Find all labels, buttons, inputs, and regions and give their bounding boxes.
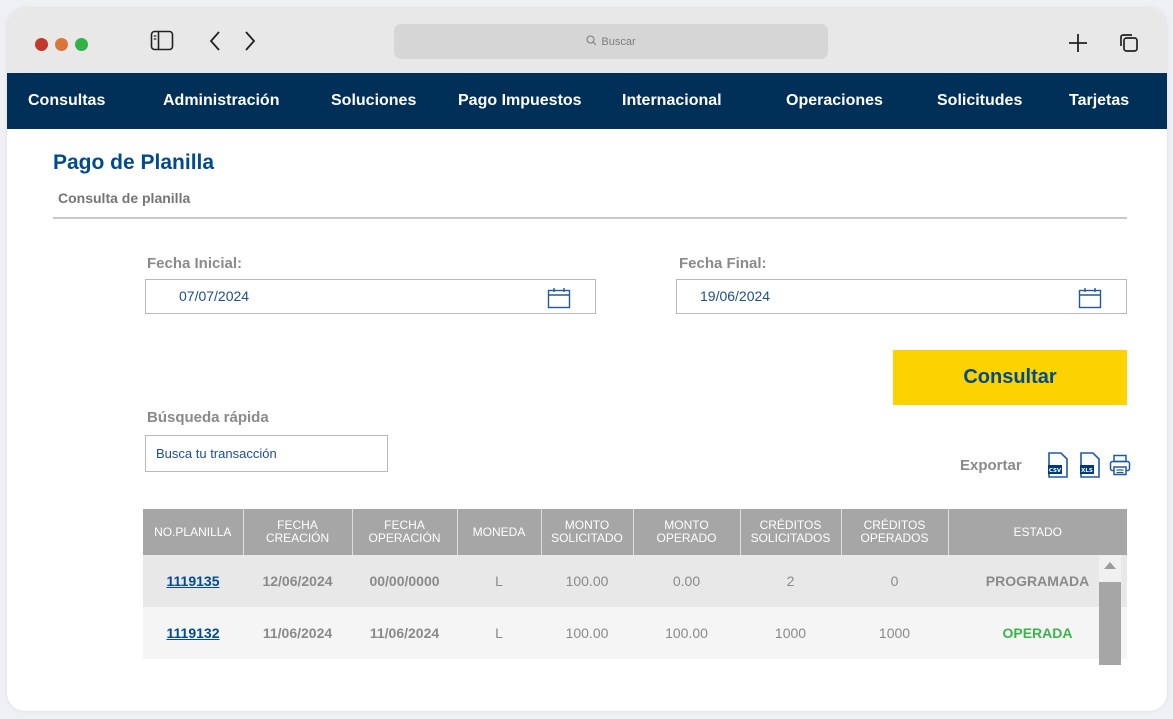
- cell-moneda: L: [457, 607, 541, 659]
- nav-item-solicitudes[interactable]: Solicitudes: [937, 73, 1022, 129]
- col-header-fecha-operacion[interactable]: FECHA OPERACIÓN: [352, 509, 458, 555]
- cell-fecha-creacion: 11/06/2024: [243, 607, 352, 659]
- cell-creditos-operados: 1000: [841, 607, 948, 659]
- col-header-creditos-operados[interactable]: CRÉDITOS OPERADOS: [841, 509, 949, 555]
- cell-monto-solicitado: 100.00: [541, 555, 633, 607]
- col-header-creditos-solicitados[interactable]: CRÉDITOS SOLICITADOS: [740, 509, 842, 555]
- nav-item-consultas[interactable]: Consultas: [28, 73, 105, 129]
- nav-item-pago-impuestos[interactable]: Pago Impuestos: [458, 73, 582, 129]
- col-header-fecha-creacion[interactable]: FECHA CREACIÓN: [243, 509, 353, 555]
- end-date-field[interactable]: 19/06/2024: [676, 279, 1127, 314]
- calendar-icon[interactable]: [547, 287, 571, 309]
- back-arrow-icon[interactable]: [208, 30, 222, 57]
- payroll-table: NO.PLANILLA FECHA CREACIÓN FECHA OPERACIÓN…: [143, 509, 1127, 659]
- cell-creditos-solicitados: 2: [740, 555, 841, 607]
- table-scrollbar[interactable]: [1099, 555, 1121, 665]
- browser-window: Buscar Consultas Administración Solucion…: [7, 8, 1167, 711]
- table-header-row: NO.PLANILLA FECHA CREACIÓN FECHA OPERACIÓN…: [143, 509, 1127, 555]
- export-label: Exportar: [960, 457, 1022, 474]
- start-date-label: Fecha Inicial:: [147, 255, 243, 272]
- col-header-monto-solicitado[interactable]: MONTO SOLICITADO: [541, 509, 634, 555]
- planilla-link[interactable]: 1119135: [167, 573, 220, 589]
- csv-file-icon[interactable]: CSV: [1047, 452, 1069, 483]
- main-nav: Consultas Administración Soluciones Pago…: [7, 73, 1167, 129]
- start-date-field[interactable]: 07/07/2024: [145, 279, 596, 314]
- table-row[interactable]: 1119135 12/06/2024 00/00/0000 L 100.00 0…: [143, 555, 1127, 607]
- table-fade-cutoff: [143, 665, 1127, 711]
- planilla-link[interactable]: 1119132: [167, 625, 220, 641]
- tabs-overview-icon[interactable]: [1118, 32, 1140, 59]
- nav-item-administracion[interactable]: Administración: [163, 73, 279, 129]
- start-date-value: 07/07/2024: [179, 288, 250, 304]
- col-header-estado[interactable]: ESTADO: [948, 509, 1127, 555]
- cell-creditos-operados: 0: [841, 555, 948, 607]
- xls-label: XLS: [1081, 468, 1093, 474]
- cell-fecha-operacion: 11/06/2024: [352, 607, 457, 659]
- xls-file-icon[interactable]: XLS: [1079, 452, 1101, 483]
- quick-search-input[interactable]: Busca tu transacción: [145, 435, 388, 472]
- calendar-icon[interactable]: [1078, 287, 1102, 309]
- minimize-window-dot[interactable]: [55, 38, 68, 51]
- cell-creditos-solicitados: 1000: [740, 607, 841, 659]
- nav-item-tarjetas[interactable]: Tarjetas: [1069, 73, 1129, 129]
- nav-item-operaciones[interactable]: Operaciones: [786, 73, 883, 129]
- col-header-moneda[interactable]: MONEDA: [457, 509, 542, 555]
- end-date-label: Fecha Final:: [679, 255, 767, 272]
- page-subtitle: Consulta de planilla: [58, 190, 191, 206]
- search-icon: [586, 34, 597, 49]
- col-header-monto-operado[interactable]: MONTO OPERADO: [633, 509, 741, 555]
- col-header-no-planilla[interactable]: NO.PLANILLA: [143, 509, 244, 555]
- cell-monto-operado: 100.00: [633, 607, 740, 659]
- table-row[interactable]: 1119132 11/06/2024 11/06/2024 L 100.00 1…: [143, 607, 1127, 659]
- close-window-dot[interactable]: [35, 38, 48, 51]
- print-icon[interactable]: [1109, 454, 1131, 481]
- end-date-value: 19/06/2024: [700, 288, 771, 304]
- cell-fecha-creacion: 12/06/2024: [243, 555, 352, 607]
- address-bar[interactable]: Buscar: [394, 24, 828, 59]
- quick-search-label: Búsqueda rápida: [147, 409, 269, 426]
- cell-monto-solicitado: 100.00: [541, 607, 633, 659]
- page-title: Pago de Planilla: [53, 151, 215, 174]
- scroll-up-arrow-icon[interactable]: [1104, 562, 1116, 569]
- cell-fecha-operacion: 00/00/0000: [352, 555, 457, 607]
- cell-monto-operado: 0.00: [633, 555, 740, 607]
- sidebar-toggle-icon[interactable]: [150, 30, 174, 57]
- consultar-button[interactable]: Consultar: [893, 350, 1127, 405]
- new-tab-icon[interactable]: [1067, 32, 1089, 59]
- csv-label: CSV: [1049, 468, 1062, 474]
- title-divider: [53, 217, 1127, 219]
- cell-moneda: L: [457, 555, 541, 607]
- browser-titlebar: Buscar: [7, 8, 1167, 73]
- address-bar-placeholder: Buscar: [601, 35, 636, 48]
- forward-arrow-icon[interactable]: [243, 30, 257, 57]
- nav-item-soluciones[interactable]: Soluciones: [331, 73, 416, 129]
- nav-item-internacional[interactable]: Internacional: [622, 73, 722, 129]
- maximize-window-dot[interactable]: [75, 38, 88, 51]
- scrollbar-thumb[interactable]: [1099, 582, 1121, 665]
